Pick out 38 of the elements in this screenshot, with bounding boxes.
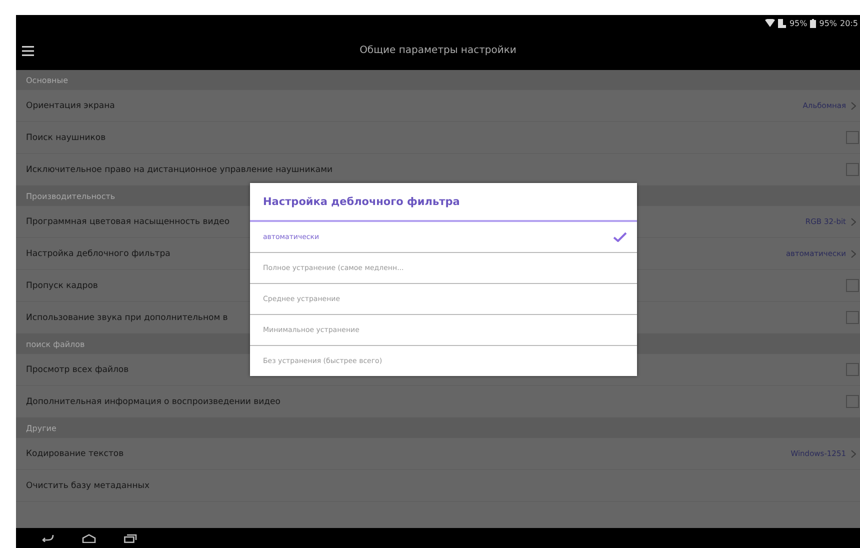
setting-label: Кодирование текстов bbox=[26, 448, 125, 458]
toolbar-title: Общие параметры настройки bbox=[360, 45, 516, 56]
checkbox[interactable] bbox=[846, 163, 859, 176]
setting-label: Ориентация экрана bbox=[26, 100, 116, 110]
wifi-icon bbox=[765, 19, 776, 27]
setting-label: Просмотр всех файлов bbox=[26, 364, 130, 374]
chevron-right-icon bbox=[851, 218, 856, 226]
section-header: Основные bbox=[16, 70, 860, 90]
chevron-right-icon bbox=[851, 450, 856, 458]
battery-percent: 95% bbox=[819, 18, 838, 28]
setting-label: Использование звука при дополнительном в bbox=[26, 312, 229, 322]
setting-label: Исключительное право на дистанционное управление наушниками bbox=[26, 164, 334, 174]
settings-row[interactable]: Очистить базу метаданных bbox=[16, 470, 860, 502]
chevron-right-icon bbox=[851, 102, 856, 110]
section-header: Другие bbox=[16, 418, 860, 438]
battery-icon bbox=[810, 18, 816, 28]
checkmark-icon bbox=[613, 232, 627, 242]
battery-percent: 95% bbox=[789, 18, 808, 28]
setting-label: Очистить базу метаданных bbox=[26, 480, 150, 490]
setting-label: Дополнительная информация о воспроизведении видео bbox=[26, 396, 282, 406]
clock-time: 20:5 bbox=[840, 18, 858, 28]
menu-icon[interactable] bbox=[22, 46, 34, 56]
setting-label: Настройка деблочного фильтра bbox=[26, 248, 172, 258]
back-arrow-icon[interactable] bbox=[42, 534, 54, 542]
home-icon[interactable] bbox=[82, 534, 96, 542]
setting-label: Поиск наушников bbox=[26, 132, 107, 142]
settings-row[interactable]: Поиск наушников bbox=[16, 122, 860, 154]
signal-icon bbox=[778, 18, 786, 28]
checkbox[interactable] bbox=[846, 131, 859, 144]
dialog-title: Настройка деблочного фильтра bbox=[250, 183, 637, 222]
checkbox[interactable] bbox=[846, 279, 859, 292]
checkbox[interactable] bbox=[846, 311, 859, 324]
checkbox[interactable] bbox=[846, 395, 859, 408]
recent-apps-icon[interactable] bbox=[124, 534, 137, 542]
chevron-right-icon bbox=[851, 250, 856, 258]
setting-label: Программная цветовая насыщенность видео bbox=[26, 216, 231, 226]
checkbox[interactable] bbox=[846, 363, 859, 376]
setting-label: Пропуск кадров bbox=[26, 280, 99, 290]
